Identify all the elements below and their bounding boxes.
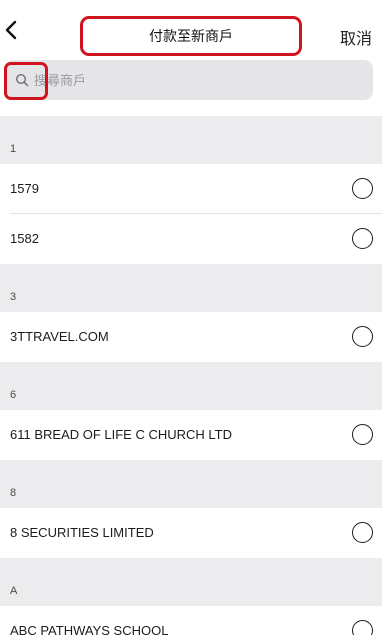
merchant-name: 1582 [10,231,39,246]
page-title: 付款至新商戶 [149,28,233,44]
merchant-name: 8 SECURITIES LIMITED [10,525,154,540]
section-header-label: 1 [10,143,17,155]
cancel-button[interactable]: 取消 [340,25,372,49]
section-header: 1 [0,116,382,164]
section-header: 3 [0,264,382,312]
section-header-label: 8 [10,487,17,499]
radio-button[interactable] [352,620,373,635]
section-header: A [0,558,382,606]
screen: 付款至新商戶 取消 1 1579 1582 3 3TTRAVEL.COM 6 611 BRE… [0,0,382,635]
merchant-row[interactable]: 1579 [0,164,382,214]
section-header: 8 [0,460,382,508]
radio-button[interactable] [352,228,373,249]
merchant-row[interactable]: 8 SECURITIES LIMITED [0,508,382,558]
section-header: 6 [0,362,382,410]
merchant-row[interactable]: 1582 [0,214,382,264]
search-bar[interactable] [4,60,373,100]
section-header-label: 3 [10,291,17,303]
section-header-label: 6 [10,389,17,401]
merchant-name: 3TTRAVEL.COM [10,329,109,344]
navigation-bar: 付款至新商戶 取消 [0,0,382,56]
merchant-row[interactable]: 611 BREAD OF LIFE C CHURCH LTD [0,410,382,460]
chevron-left-icon [5,20,17,40]
back-button[interactable] [2,18,26,42]
page-title-highlight: 付款至新商戶 [80,16,302,56]
merchant-row[interactable]: 3TTRAVEL.COM [0,312,382,362]
search-input[interactable] [34,68,354,92]
radio-button[interactable] [352,326,373,347]
merchant-list: 1 1579 1582 3 3TTRAVEL.COM 6 611 BREAD OF LIFE… [0,116,382,635]
merchant-row[interactable]: ABC PATHWAYS SCHOOL [0,606,382,635]
radio-button[interactable] [352,424,373,445]
radio-button[interactable] [352,178,373,199]
search-icon [15,73,29,87]
merchant-name: 611 BREAD OF LIFE C CHURCH LTD [10,427,233,442]
merchant-name: 1579 [10,181,39,196]
radio-button[interactable] [352,522,373,543]
section-header-label: A [10,585,18,597]
merchant-name: ABC PATHWAYS SCHOOL [10,623,169,635]
